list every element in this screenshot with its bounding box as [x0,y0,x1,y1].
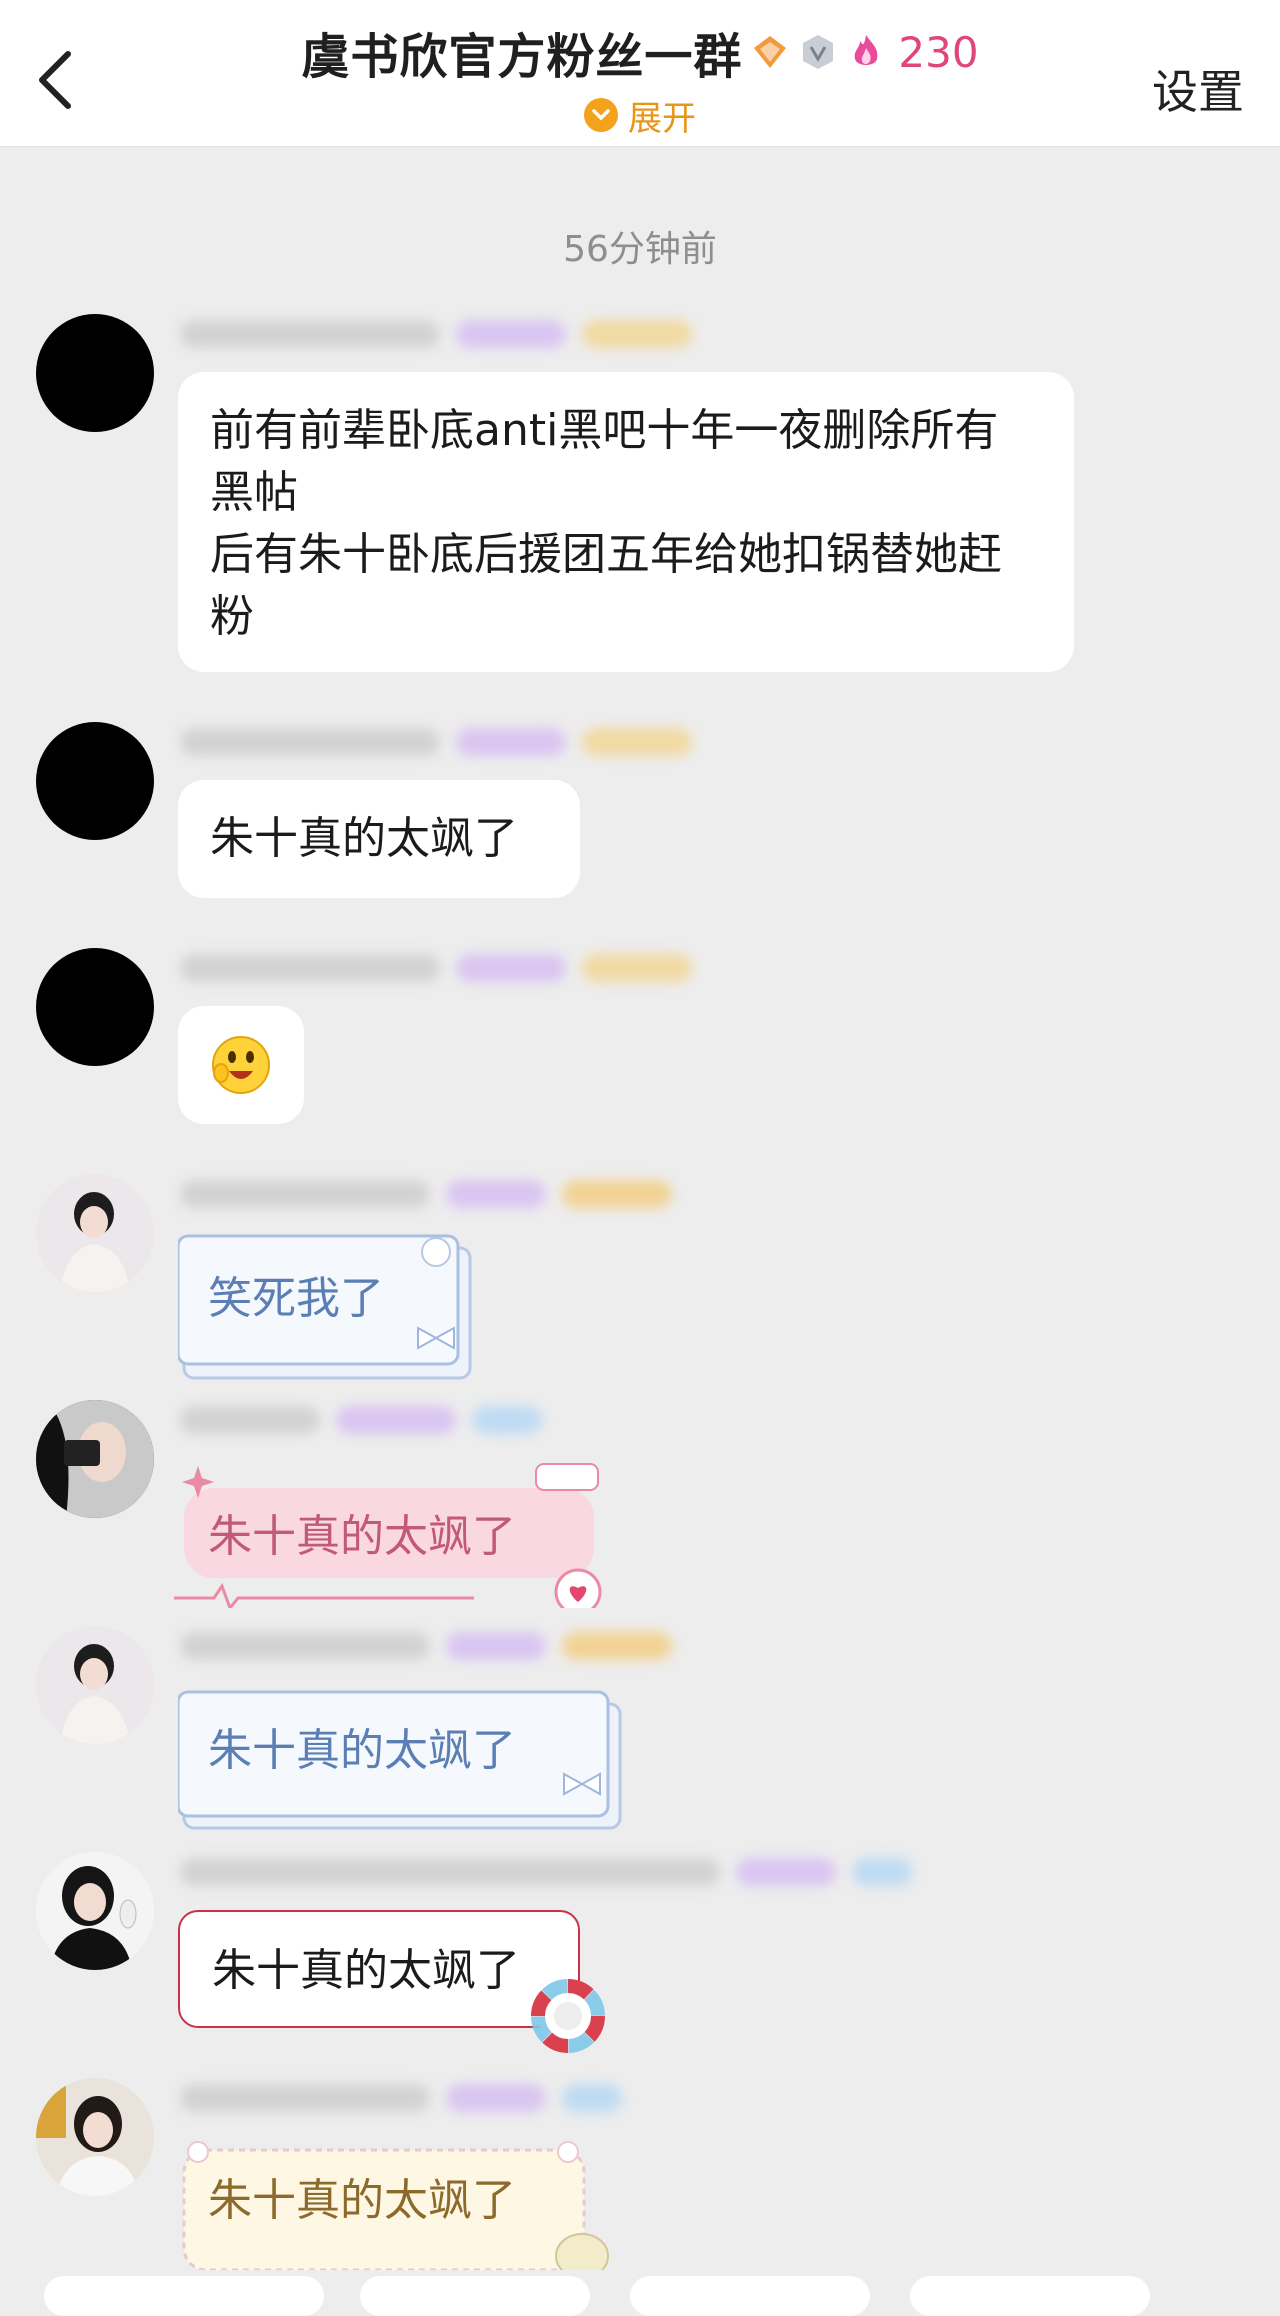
message-text: 朱十真的太飒了 [212,1945,520,1996]
user-photo-icon [36,1174,154,1292]
sender-name-blurred [180,1858,912,1892]
sender-name-blurred [180,1406,542,1440]
quick-reply-chip[interactable] [630,2276,870,2316]
avatar[interactable] [36,1400,154,1518]
message-bubble[interactable]: 朱十真的太飒了 [178,1910,580,2028]
message-text: 朱十真的太飒了 [208,1511,516,1562]
silver-v-badge-icon [803,35,834,69]
settings-button[interactable]: 设置 [1152,56,1244,122]
message-item: 朱十真的太飒了 [0,2078,1280,2278]
message-text: 朱十真的太飒了 [208,1725,516,1776]
quick-reply-chip[interactable] [44,2276,324,2316]
sender-name-blurred [180,728,692,762]
message-item: 朱十真的太飒了 [0,1400,1280,1608]
user-photo-icon [36,2078,154,2196]
user-photo-icon [36,1852,154,1970]
message-bubble[interactable]: 笑死我了 [178,1232,478,1382]
message-item: 朱十真的太飒了 [0,1852,1280,2053]
message-item: 朱十真的太飒了 [0,722,1280,902]
sender-name-blurred [180,2084,622,2118]
avatar[interactable] [36,2078,154,2196]
message-bubble[interactable]: 前有前辈卧底anti黑吧十年一夜删除所有黑帖 后有朱十卧底后援团五年给她扣锅替她… [178,372,1074,672]
quick-reply-bar [0,2270,1280,2316]
sender-name-blurred [180,954,692,988]
chat-header: 虞书欣官方粉丝一群 230 展开 设置 [0,0,1280,147]
message-bubble[interactable]: 朱十真的太飒了 [178,1684,624,1834]
sender-name-blurred [180,320,692,354]
orange-diamond-badge-icon [754,36,787,68]
avatar[interactable] [36,1174,154,1292]
quick-reply-chip[interactable] [360,2276,590,2316]
message-bubble[interactable]: 朱十真的太飒了 [178,780,580,898]
message-text: 笑死我了 [208,1273,384,1324]
message-bubble[interactable]: 朱十真的太飒了 [174,1458,618,1608]
message-item: 朱十真的太飒了 [0,1626,1280,1830]
message-text: 朱十真的太飒了 [208,2175,516,2226]
avatar[interactable] [36,1626,154,1744]
expand-label: 展开 [628,98,696,139]
message-item: 前有前辈卧底anti黑吧十年一夜删除所有黑帖 后有朱十卧底后援团五年给她扣锅替她… [0,314,1280,694]
group-title: 虞书欣官方粉丝一群 [301,29,743,85]
quick-reply-chip[interactable] [910,2276,1150,2316]
emoji-message-bubble[interactable] [178,1006,304,1124]
laughing-emoji-icon [212,1036,270,1094]
user-photo-icon [36,1626,154,1744]
user-photo-icon [36,1400,154,1518]
message-item: 笑死我了 [0,1174,1280,1380]
member-count: 230 [898,27,979,77]
avatar[interactable] [36,314,154,432]
message-timestamp: 56分钟前 [563,229,717,270]
expand-button[interactable]: 展开 [0,92,1280,139]
avatar[interactable] [36,722,154,840]
message-bubble[interactable]: 朱十真的太飒了 [178,2136,614,2276]
chevron-down-icon [584,98,618,132]
avatar[interactable] [36,948,154,1066]
message-item [0,948,1280,1128]
life-ring-decoration-icon [531,1979,605,2053]
group-title-row[interactable]: 虞书欣官方粉丝一群 230 [0,16,1280,88]
sender-name-blurred [180,1180,672,1214]
flame-badge-icon [855,35,878,65]
sender-name-blurred [180,1632,672,1666]
avatar[interactable] [36,1852,154,1970]
